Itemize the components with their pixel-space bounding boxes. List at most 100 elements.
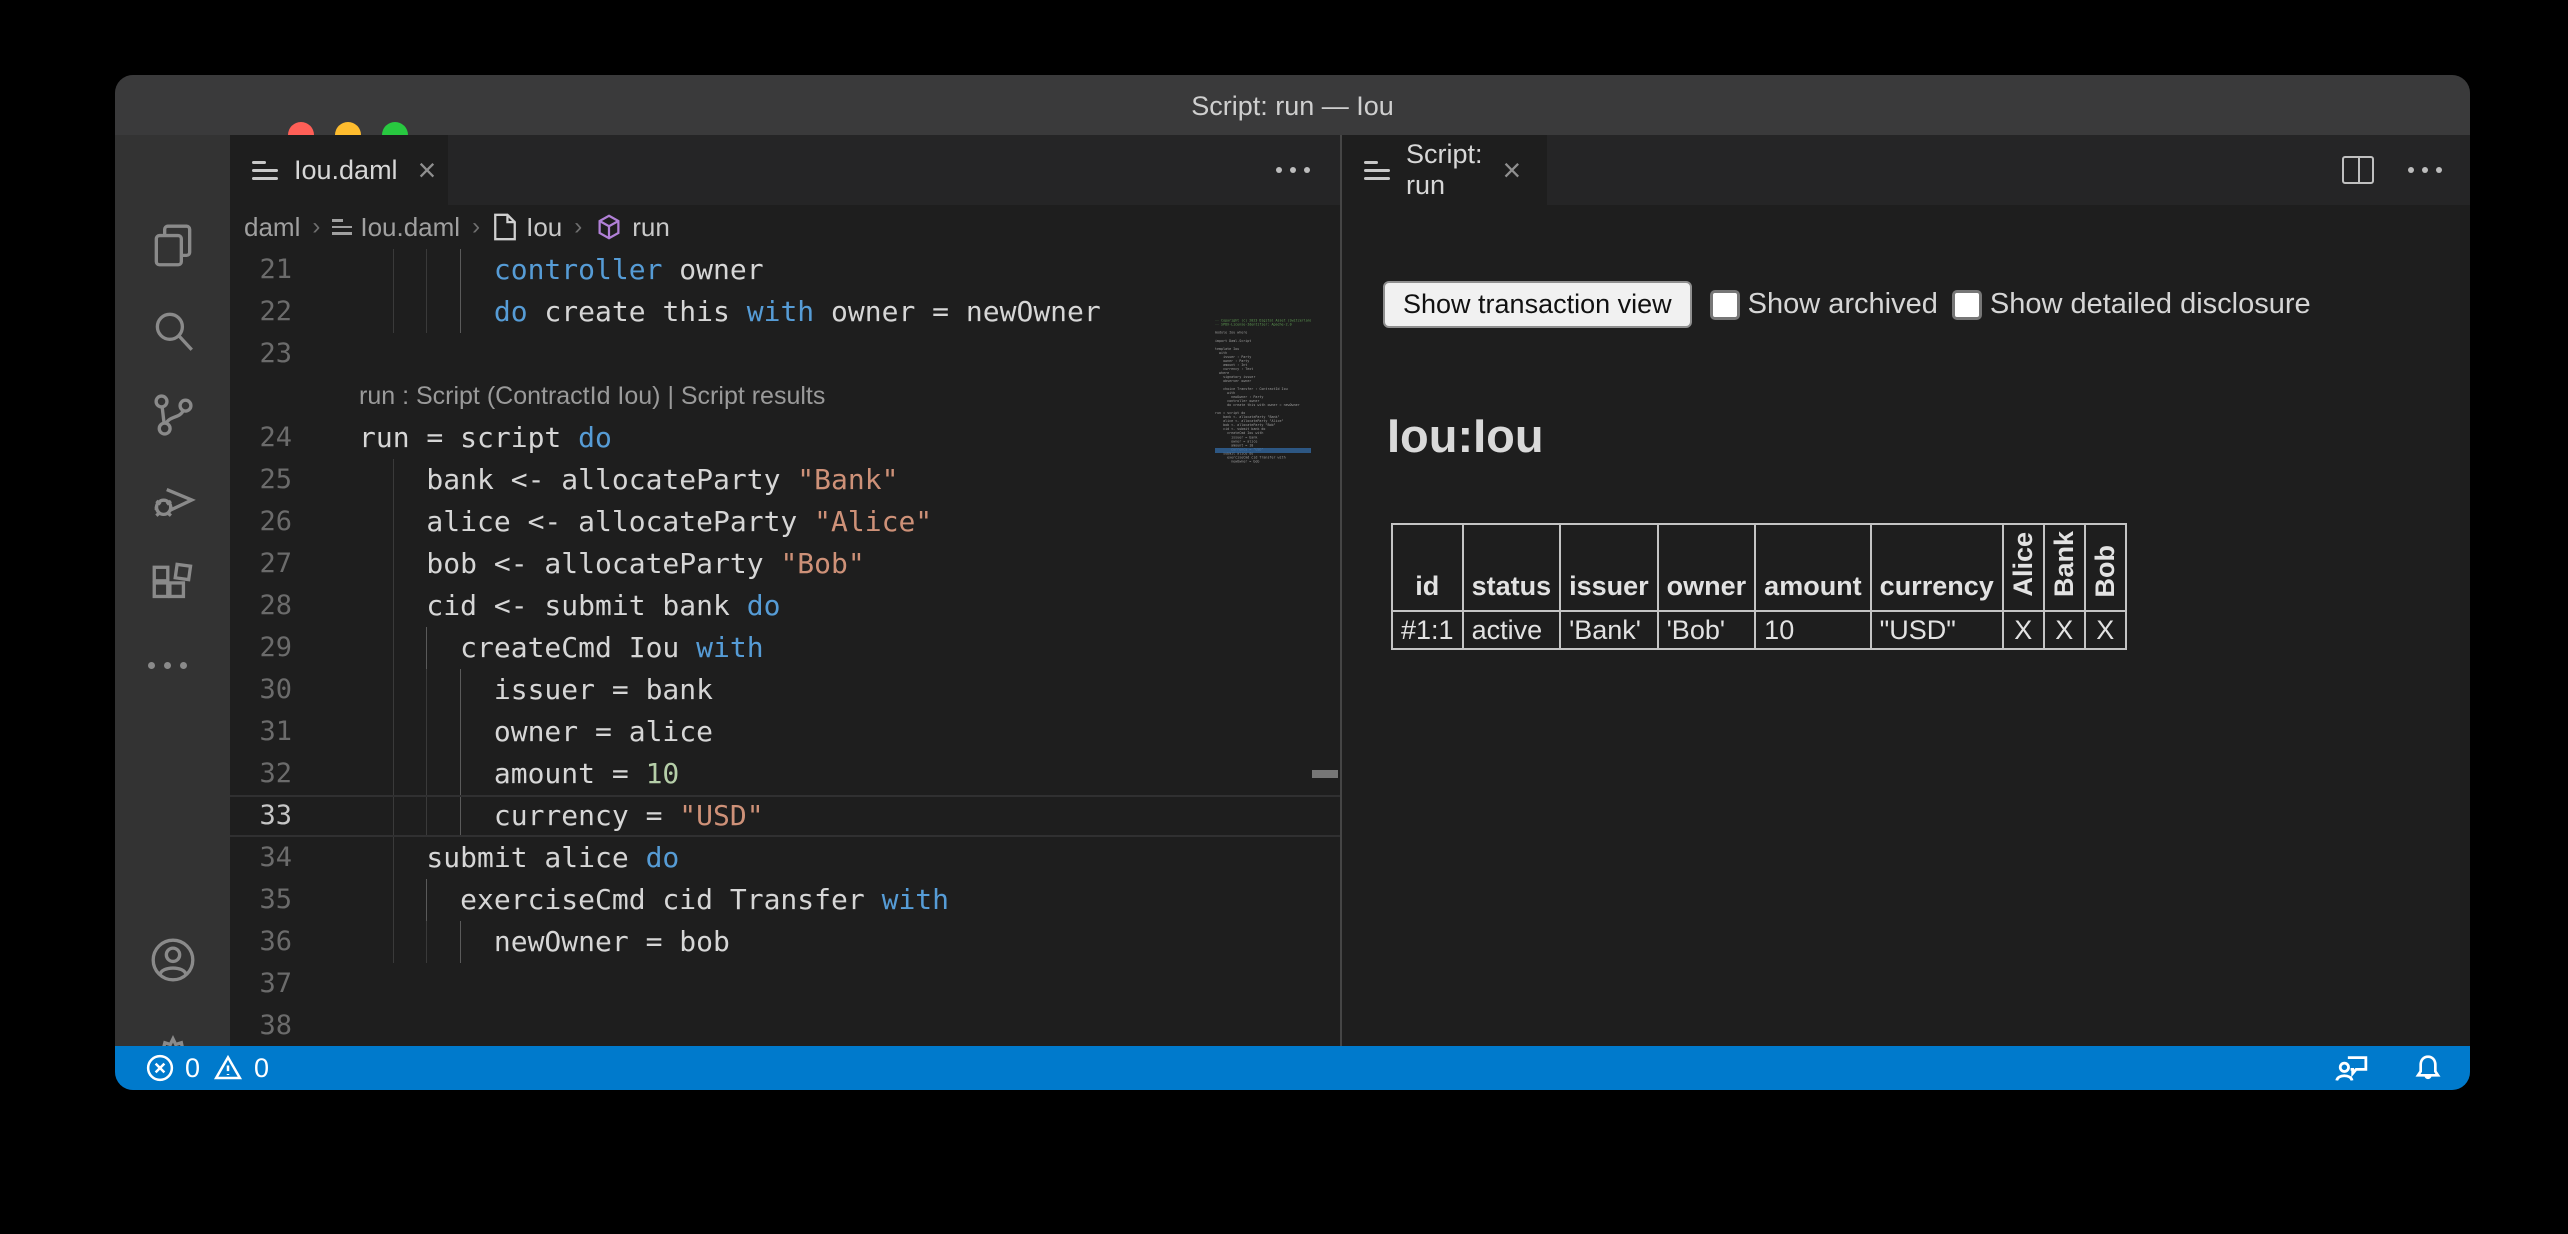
line-content: exerciseCmd cid Transfer with xyxy=(359,879,949,921)
tab-label: Iou.daml xyxy=(294,155,398,186)
party-column-header-Bob: Bob xyxy=(2085,524,2126,611)
contract-row: #1:1active'Bank''Bob'10"USD"XXX xyxy=(1392,611,2126,649)
code-line-27[interactable]: 27 bob <- allocateParty "Bob" xyxy=(230,543,1340,585)
party-column-header-Alice: Alice xyxy=(2003,524,2044,611)
line-number[interactable]: 31 xyxy=(230,711,292,753)
account-icon[interactable] xyxy=(148,935,198,985)
script-results-webview: Show transaction view Show archivedShow … xyxy=(1342,205,2470,1046)
status-bar: 0 0 xyxy=(115,1046,2470,1090)
explorer-icon[interactable] xyxy=(148,221,198,271)
indent-guide xyxy=(460,291,461,333)
line-number[interactable]: 32 xyxy=(230,753,292,795)
line-number[interactable]: 23 xyxy=(230,333,292,375)
breadcrumb-item-daml[interactable]: daml xyxy=(244,212,300,243)
code-line-29[interactable]: 29 createCmd Iou with xyxy=(230,627,1340,669)
source-control-icon[interactable] xyxy=(148,390,198,440)
code-line-22[interactable]: 22 do create this with owner = newOwner xyxy=(230,291,1340,333)
codelens[interactable]: run : Script (ContractId Iou) | Script r… xyxy=(230,375,1340,417)
code-line-26[interactable]: 26 alice <- allocateParty "Alice" xyxy=(230,501,1340,543)
line-content: do create this with owner = newOwner xyxy=(359,291,1101,333)
feedback-icon[interactable] xyxy=(2334,1051,2370,1085)
problems-warnings[interactable]: 0 xyxy=(212,1053,269,1084)
code-line-32[interactable]: 32 amount = 10 xyxy=(230,753,1340,795)
search-icon[interactable] xyxy=(148,307,198,357)
code-line-30[interactable]: 30 issuer = bank xyxy=(230,669,1340,711)
breadcrumb-item-file[interactable]: Iou.daml xyxy=(332,212,460,243)
code-line-37[interactable]: 37 xyxy=(230,963,1340,1005)
column-header-id: id xyxy=(1392,524,1463,611)
line-number[interactable]: 27 xyxy=(230,543,292,585)
title-bar: Script: run — Iou xyxy=(115,75,2470,135)
template-heading: Iou:Iou xyxy=(1387,408,1544,463)
line-number[interactable]: 24 xyxy=(230,417,292,459)
column-header-amount: amount xyxy=(1755,524,1871,611)
code-line-25[interactable]: 25 bank <- allocateParty "Bank" xyxy=(230,459,1340,501)
indent-guide xyxy=(393,837,394,879)
editor-more-actions-icon[interactable] xyxy=(2408,167,2442,173)
notifications-bell-icon[interactable] xyxy=(2412,1052,2444,1084)
show-transaction-view-button[interactable]: Show transaction view xyxy=(1383,281,1692,328)
indent-guide xyxy=(426,249,427,291)
code-line-21[interactable]: 21 controller owner xyxy=(230,249,1340,291)
minimap[interactable]: -- Copyright (c) 2023 Digital Asset (Swi… xyxy=(1215,319,1311,479)
overview-ruler[interactable] xyxy=(1311,249,1340,1046)
breadcrumb-item-module[interactable]: Iou xyxy=(492,212,562,243)
line-number[interactable]: 28 xyxy=(230,585,292,627)
line-number[interactable]: 30 xyxy=(230,669,292,711)
code-line-34[interactable]: 34 submit alice do xyxy=(230,837,1340,879)
line-content: submit alice do xyxy=(359,837,679,879)
line-number[interactable]: 38 xyxy=(230,1005,292,1046)
run-and-debug-icon[interactable] xyxy=(148,475,198,525)
contract-table: idstatusissuerowneramountcurrencyAliceBa… xyxy=(1391,523,2127,650)
line-number[interactable]: 29 xyxy=(230,627,292,669)
line-number[interactable]: 36 xyxy=(230,921,292,963)
code-line-23[interactable]: 23 xyxy=(230,333,1340,375)
line-number[interactable]: 26 xyxy=(230,501,292,543)
line-number[interactable]: 37 xyxy=(230,963,292,1005)
split-editor-icon[interactable] xyxy=(2342,156,2374,184)
line-number[interactable]: 35 xyxy=(230,879,292,921)
indent-guide xyxy=(393,879,394,921)
line-content: bank <- allocateParty "Bank" xyxy=(359,459,898,501)
extensions-icon[interactable] xyxy=(148,560,198,610)
code-line-35[interactable]: 35 exerciseCmd cid Transfer with xyxy=(230,879,1340,921)
line-number[interactable]: 33 xyxy=(230,797,292,835)
tab-close-icon[interactable]: × xyxy=(414,154,441,186)
checkbox-row: Show archivedShow detailed disclosure xyxy=(1710,288,2311,321)
tab-label: Script: run xyxy=(1406,139,1483,201)
indent-guide xyxy=(393,921,394,963)
indent-guide xyxy=(393,459,394,501)
code-line-36[interactable]: 36 newOwner = bob xyxy=(230,921,1340,963)
line-number[interactable]: 22 xyxy=(230,291,292,333)
problems-errors[interactable]: 0 xyxy=(145,1053,200,1084)
line-number[interactable]: 21 xyxy=(230,249,292,291)
code-line-33[interactable]: 33 currency = "USD" xyxy=(230,795,1340,837)
chevron-right-icon: › xyxy=(470,213,482,241)
more-actions-icon[interactable] xyxy=(148,640,198,690)
editor-group-left: Iou.daml × daml › Iou.daml › Iou › run xyxy=(230,135,1340,1046)
contract-cell: #1:1 xyxy=(1392,611,1463,649)
code-line-24[interactable]: 24run = script do xyxy=(230,417,1340,459)
code-lines: 21 controller owner22 do create this wit… xyxy=(230,249,1340,1046)
vscode-window: Script: run — Iou xyxy=(115,75,2470,1090)
line-number[interactable]: 25 xyxy=(230,459,292,501)
tab-script-run[interactable]: Script: run × xyxy=(1342,135,1547,205)
code-line-38[interactable]: 38 xyxy=(230,1005,1340,1046)
tab-iou-daml[interactable]: Iou.daml × xyxy=(230,135,448,205)
file-icon xyxy=(492,212,518,242)
code-editor[interactable]: 21 controller owner22 do create this wit… xyxy=(230,249,1340,1046)
indent-guide xyxy=(460,753,461,795)
line-content: bob <- allocateParty "Bob" xyxy=(359,543,865,585)
breadcrumb-item-symbol[interactable]: run xyxy=(594,212,670,243)
line-number[interactable]: 34 xyxy=(230,837,292,879)
checkbox-show-detailed-disclosure[interactable] xyxy=(1952,290,1982,320)
witness-mark: X xyxy=(2044,611,2085,649)
code-line-31[interactable]: 31 owner = alice xyxy=(230,711,1340,753)
tab-close-icon[interactable]: × xyxy=(1499,154,1526,186)
contract-cell: 'Bob' xyxy=(1658,611,1756,649)
code-line-28[interactable]: 28 cid <- submit bank do xyxy=(230,585,1340,627)
editor-group-right: Script: run × Show transaction view Show… xyxy=(1342,135,2470,1046)
checkbox-show-archived[interactable] xyxy=(1710,290,1740,320)
daml-file-icon xyxy=(252,161,278,180)
editor-more-actions-icon[interactable] xyxy=(1276,167,1310,173)
